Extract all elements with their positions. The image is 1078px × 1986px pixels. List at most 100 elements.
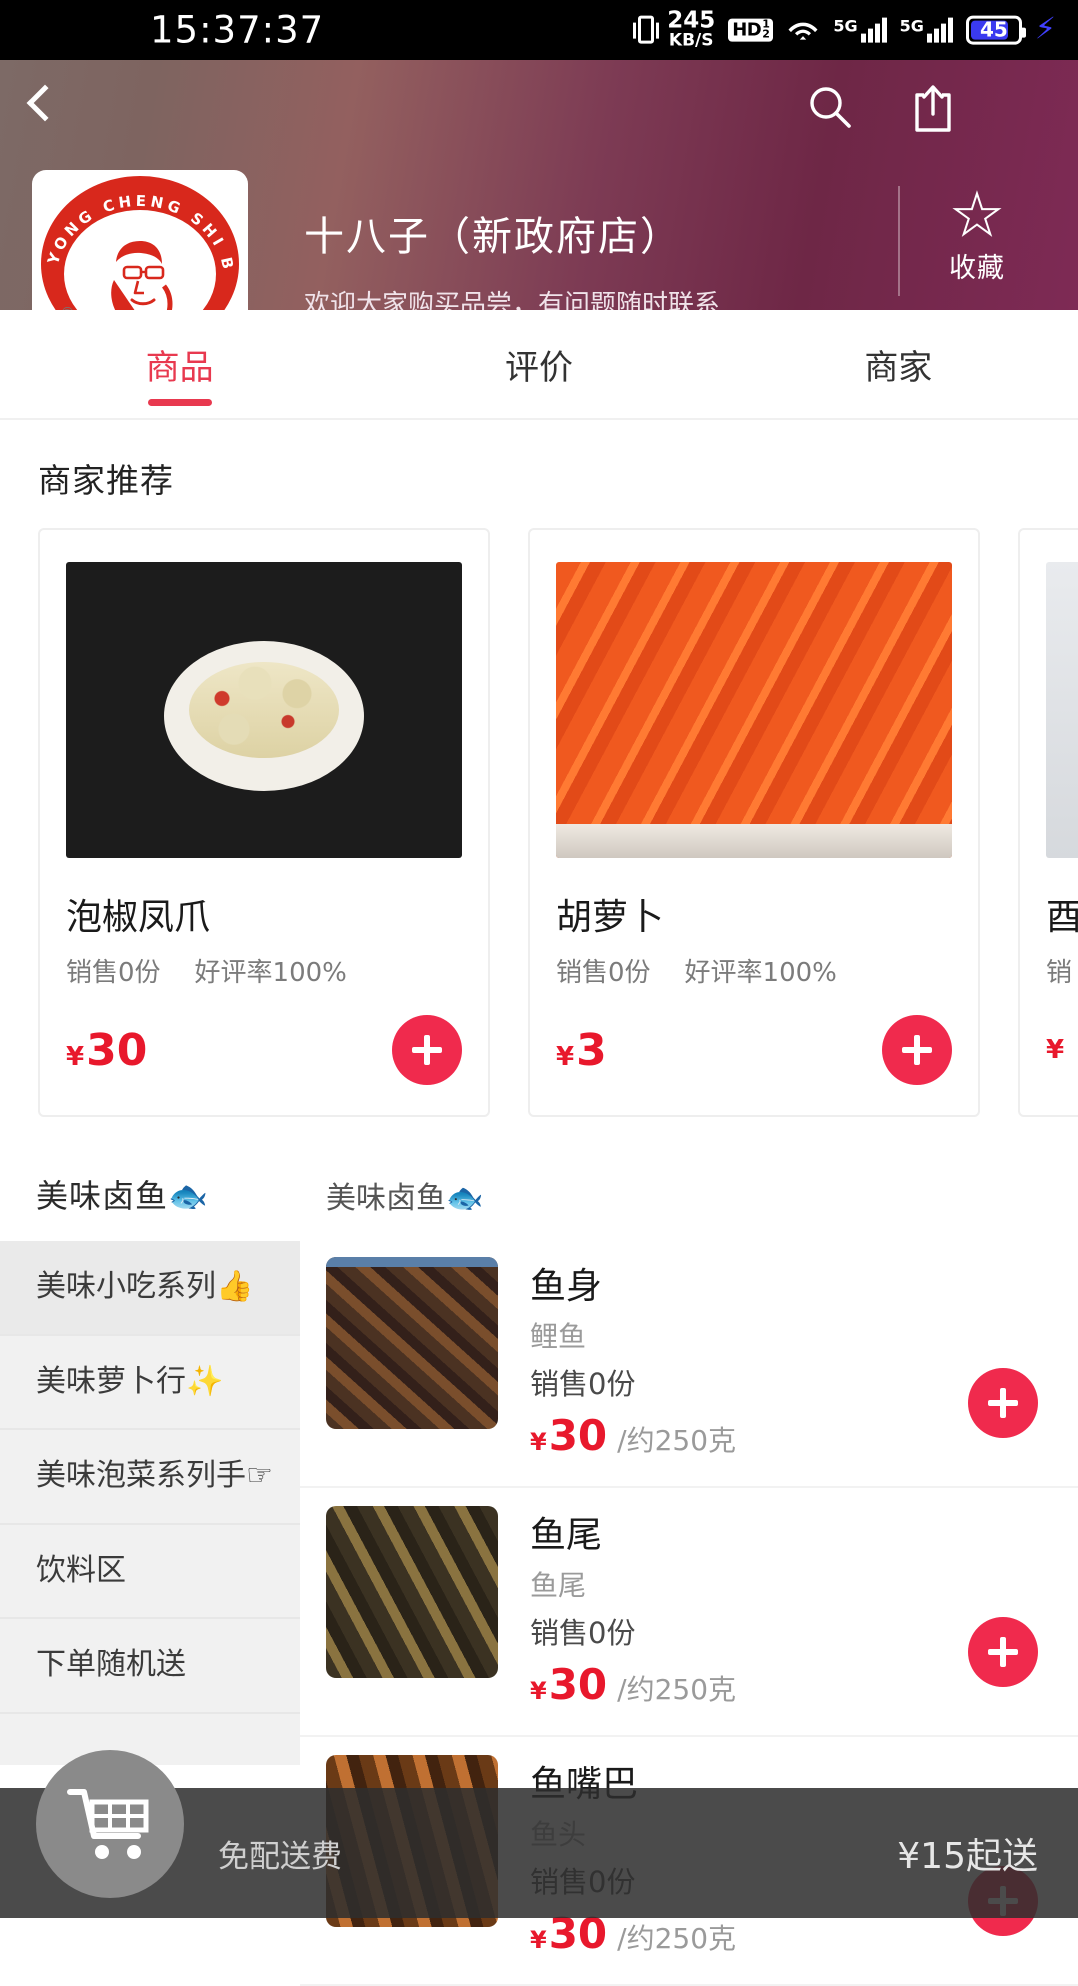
product-sales: 销: [1046, 952, 1072, 989]
category-active-header[interactable]: 美味卤鱼🐟: [0, 1145, 300, 1241]
signal-2-label: 5G: [900, 17, 924, 36]
product-meta: 销售0份 好评率100%: [66, 952, 462, 989]
category-item-radish[interactable]: 美味萝卜行✨: [0, 1336, 300, 1431]
product-sales: 销售0份: [66, 952, 161, 989]
product-image: [1046, 562, 1078, 858]
tab-bar: 商品 评价 商家: [0, 310, 1078, 420]
recommend-card[interactable]: 酉 销 ¥: [1018, 528, 1078, 1117]
signal-1: 5G: [833, 17, 886, 43]
goods-name: 鱼尾: [530, 1506, 1044, 1558]
wifi-icon: [786, 17, 820, 43]
currency-symbol: ¥: [530, 1428, 547, 1456]
store-logo: YONG CHENG SHI BAZI ® 墉城十八子: [32, 170, 248, 310]
hd-voice-icon: HD 1 2: [728, 19, 773, 42]
goods-subtitle: 鱼尾: [530, 1564, 1044, 1604]
signal-1-bars: [861, 17, 887, 43]
goods-row[interactable]: 鱼尾 鱼尾 销售0份 ¥ 30 /约250克: [300, 1488, 1078, 1737]
network-speed-indicator: 245 KB/S: [667, 10, 715, 51]
currency-symbol: ¥: [530, 1926, 547, 1954]
product-sales: 销售0份: [556, 952, 651, 989]
goods-price-row: ¥ 30 /约250克: [530, 1660, 1044, 1709]
store-header: YONG CHENG SHI BAZI ® 墉城十八子 十八子（新政府店） 欢迎…: [0, 60, 1078, 310]
goods-subtitle: 鲤鱼: [530, 1315, 1044, 1355]
network-speed-value: 245: [667, 10, 715, 33]
category-item-snacks[interactable]: 美味小吃系列👍: [0, 1241, 300, 1336]
product-rating: 好评率100%: [195, 952, 347, 989]
category-item-pickles[interactable]: 美味泡菜系列手☞: [0, 1430, 300, 1525]
free-shipping-label: 免配送费: [218, 1831, 342, 1876]
tab-products[interactable]: 商品: [0, 310, 359, 418]
goods-row[interactable]: 鱼身 鲤鱼 销售0份 ¥ 30 /约250克: [300, 1239, 1078, 1488]
status-bar: 15:37:37 245 KB/S HD 1 2 5G 5G: [0, 0, 1078, 60]
food-shape: [189, 662, 339, 758]
recommend-section-title: 商家推荐: [0, 420, 1078, 528]
product-name: 泡椒凤爪: [66, 888, 462, 940]
goods-info: 鱼尾 鱼尾 销售0份 ¥ 30 /约250克: [530, 1506, 1044, 1709]
goods-unit: /约250克: [617, 1917, 736, 1957]
goods-thumbnail: [326, 1506, 498, 1678]
tab-merchant[interactable]: 商家: [719, 310, 1078, 418]
category-item-random-gift[interactable]: 下单随机送: [0, 1619, 300, 1714]
product-meta: 销: [1046, 952, 1078, 989]
product-price: ¥: [1046, 1035, 1066, 1065]
goods-sales: 销售0份: [530, 1361, 1044, 1403]
currency-symbol: ¥: [556, 1042, 574, 1072]
recommend-carousel[interactable]: 泡椒凤爪 销售0份 好评率100% ¥ 30 胡萝卜 销售0份 好评率100% …: [0, 528, 1078, 1117]
goods-unit: /约250克: [617, 1419, 736, 1459]
product-price-row: ¥ 30: [66, 1015, 462, 1085]
signal-2-bars: [927, 17, 953, 43]
signal-1-label: 5G: [833, 17, 857, 36]
battery-icon: 45: [966, 16, 1022, 45]
store-description: 欢迎大家购买品尝，有问题随时联系: [304, 284, 864, 310]
tab-products-label: 商品: [146, 340, 214, 389]
product-price-row: ¥: [1046, 1015, 1078, 1085]
favorite-label: 收藏: [912, 246, 1042, 285]
category-item-drinks[interactable]: 饮料区: [0, 1525, 300, 1620]
product-image: [66, 562, 462, 858]
tab-active-indicator: [148, 399, 212, 406]
search-icon[interactable]: [807, 84, 853, 130]
tab-reviews[interactable]: 评价: [359, 310, 718, 418]
goods-info: 鱼身 鲤鱼 销售0份 ¥ 30 /约250克: [530, 1257, 1044, 1460]
product-name: 胡萝卜: [556, 888, 952, 940]
add-to-cart-button[interactable]: [968, 1617, 1038, 1687]
tab-reviews-label: 评价: [505, 340, 573, 389]
goods-group-title: 美味卤鱼🐟: [300, 1145, 1078, 1239]
goods-sales: 销售0份: [530, 1610, 1044, 1652]
add-to-cart-button[interactable]: [968, 1368, 1038, 1438]
recommend-card[interactable]: 泡椒凤爪 销售0份 好评率100% ¥ 30: [38, 528, 490, 1117]
back-icon[interactable]: [27, 85, 64, 122]
add-to-cart-button[interactable]: [882, 1015, 952, 1085]
price-value: 30: [86, 1025, 147, 1076]
currency-symbol: ¥: [1046, 1035, 1064, 1065]
goods-price-row: ¥ 30 /约250克: [530, 1411, 1044, 1460]
price-value: 30: [549, 1660, 607, 1709]
share-icon[interactable]: [908, 82, 958, 134]
goods-unit: /约250克: [617, 1668, 736, 1708]
hd-sub-bottom: 2: [762, 30, 769, 40]
product-rating: 好评率100%: [685, 952, 837, 989]
product-image: [556, 562, 952, 858]
goods-name: 鱼身: [530, 1257, 1044, 1309]
header-nav: [0, 82, 1078, 152]
vibrate-icon: [638, 16, 654, 44]
hd-label: HD: [732, 20, 761, 41]
product-price: ¥ 3: [556, 1025, 607, 1076]
cart-button[interactable]: [36, 1750, 184, 1898]
currency-symbol: ¥: [530, 1677, 547, 1705]
cart-icon: [64, 1784, 156, 1864]
hd-fraction: 1 2: [762, 20, 769, 41]
recommend-card[interactable]: 胡萝卜 销售0份 好评率100% ¥ 3: [528, 528, 980, 1117]
product-price: ¥ 30: [66, 1025, 147, 1076]
product-meta: 销售0份 好评率100%: [556, 952, 952, 989]
category-sidebar[interactable]: 美味卤鱼🐟 美味小吃系列👍 美味萝卜行✨ 美味泡菜系列手☞ 饮料区 下单随机送: [0, 1145, 300, 1765]
battery-level: 45: [980, 18, 1008, 42]
minimum-order-label: ¥15起送: [897, 1827, 1038, 1879]
menu-section: 美味卤鱼🐟 美味小吃系列👍 美味萝卜行✨ 美味泡菜系列手☞ 饮料区 下单随机送 …: [0, 1145, 1078, 1765]
product-name: 酉: [1046, 888, 1078, 940]
product-price-row: ¥ 3: [556, 1015, 952, 1085]
goods-list[interactable]: 美味卤鱼🐟 鱼身 鲤鱼 销售0份 ¥ 30 /约250克 鱼尾: [300, 1145, 1078, 1765]
favorite-button[interactable]: ★ 收藏: [912, 188, 1042, 285]
add-to-cart-button[interactable]: [392, 1015, 462, 1085]
price-value: 3: [576, 1025, 607, 1076]
